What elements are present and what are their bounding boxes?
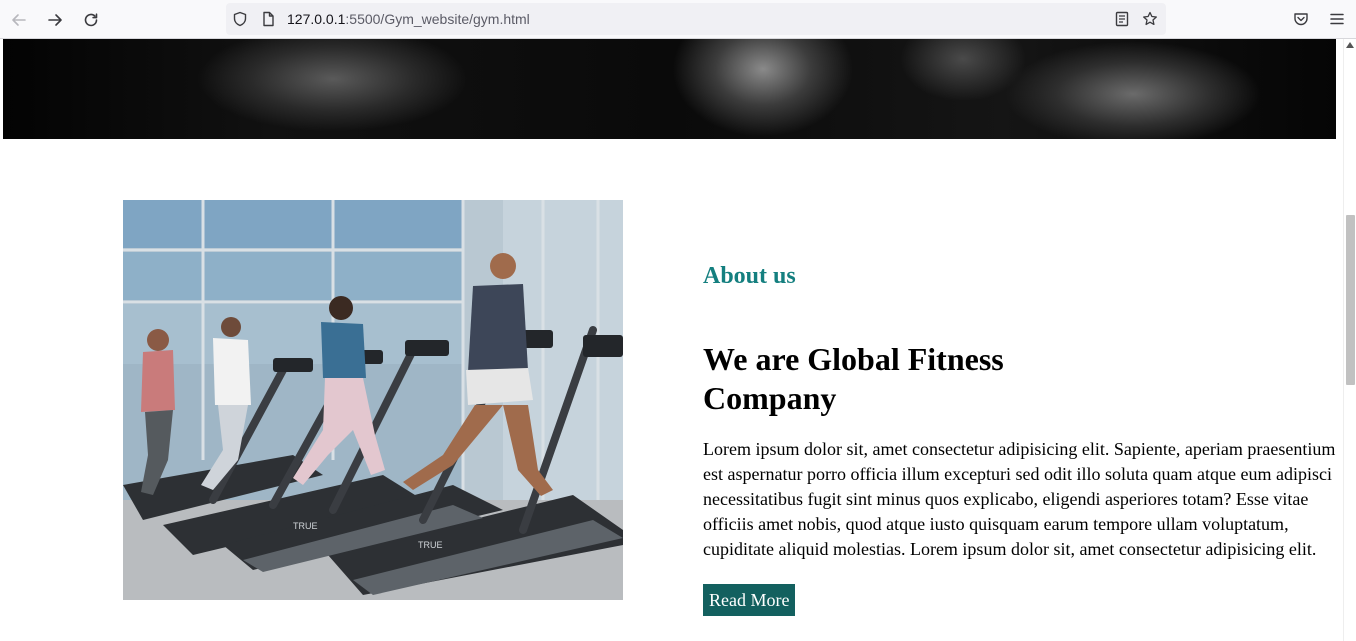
about-subtitle: About us [703, 263, 796, 289]
page-info-icon[interactable] [260, 11, 276, 27]
about-description: Lorem ipsum dolor sit, amet consectetur … [703, 439, 1336, 559]
forward-arrow-icon[interactable] [43, 8, 67, 32]
page-scrollbar[interactable] [1343, 39, 1356, 641]
read-more-button[interactable]: Read More [703, 584, 796, 616]
tracking-shield-icon[interactable] [232, 11, 248, 27]
reload-icon[interactable] [79, 8, 103, 32]
page-viewport: TRUE TRUE About us We are Global Fitness… [0, 39, 1343, 641]
reader-view-icon[interactable] [1114, 11, 1130, 27]
scroll-thumb[interactable] [1346, 215, 1355, 385]
back-arrow-icon[interactable] [7, 8, 31, 32]
scroll-up-arrow-icon[interactable] [1346, 42, 1354, 48]
treadmill-image: TRUE TRUE [123, 200, 623, 600]
about-title: We are Global Fitness Company [703, 341, 1004, 416]
hamburger-menu-icon[interactable] [1328, 10, 1346, 28]
pocket-icon[interactable] [1292, 10, 1310, 28]
url-host: 127.0.0.1 [287, 11, 346, 27]
browser-toolbar: 127.0.0.1:5500/Gym_website/gym.html [0, 0, 1356, 39]
treadmill-brand-label: TRUE [418, 540, 443, 550]
hero-image [3, 39, 1336, 139]
url-path: :5500/Gym_website/gym.html [345, 11, 530, 27]
url-bar[interactable]: 127.0.0.1:5500/Gym_website/gym.html [226, 3, 1166, 35]
url-text[interactable]: 127.0.0.1:5500/Gym_website/gym.html [287, 11, 530, 27]
bookmark-star-icon[interactable] [1142, 11, 1158, 27]
treadmill-brand-label: TRUE [293, 521, 318, 531]
